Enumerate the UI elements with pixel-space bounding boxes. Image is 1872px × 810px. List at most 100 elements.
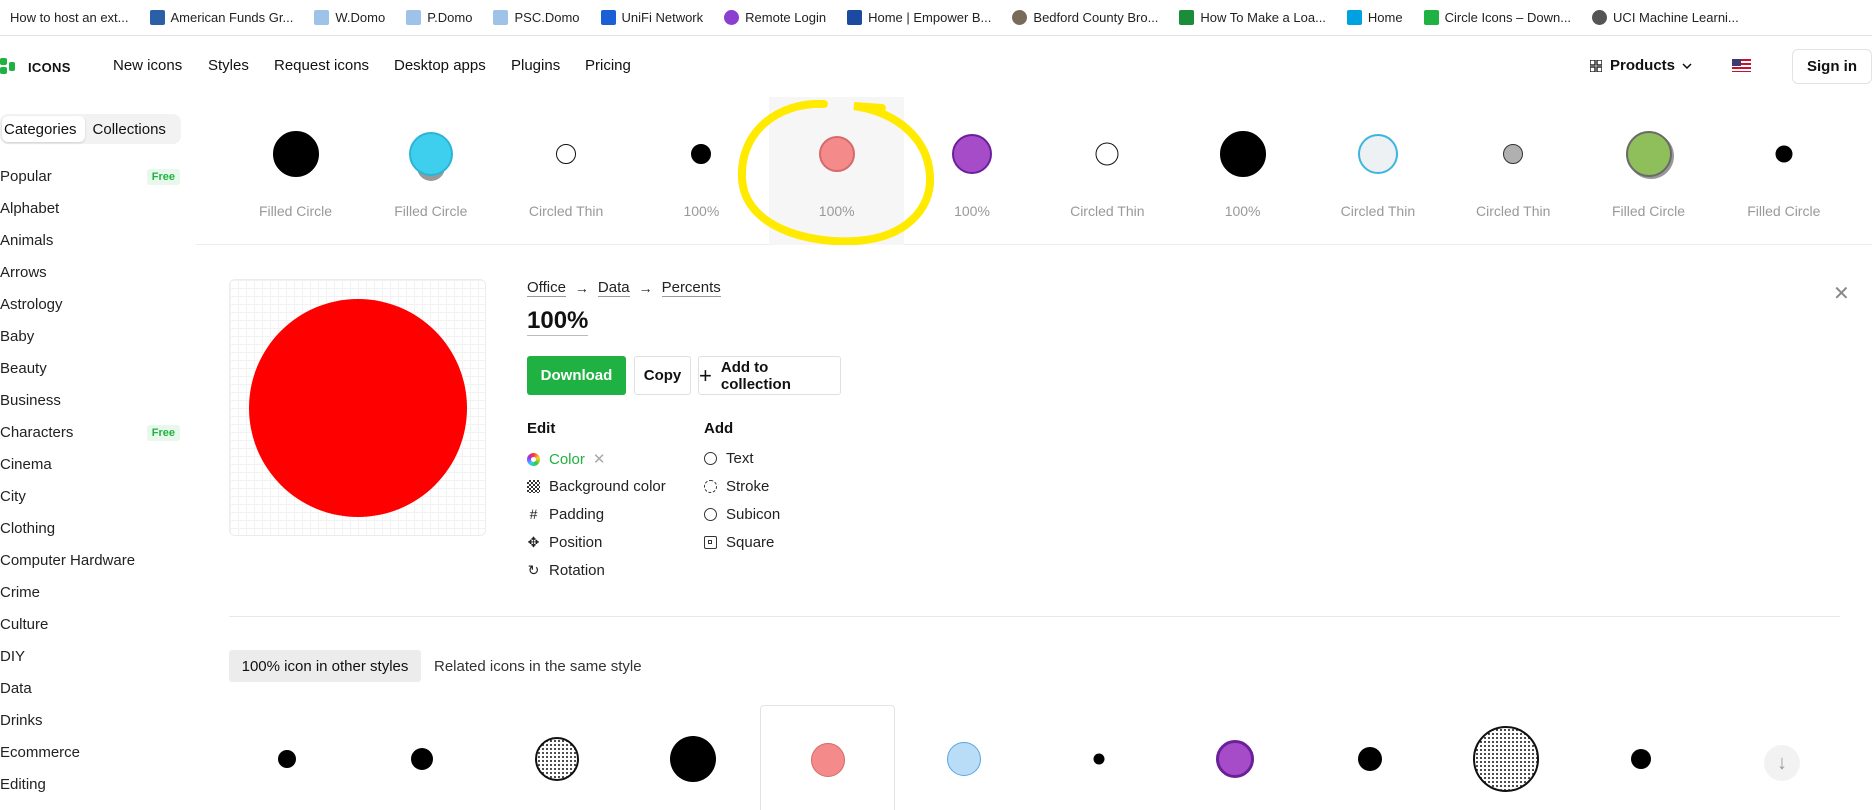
download-button[interactable]: Download (527, 356, 626, 395)
style-tile-selected[interactable]: 100% (769, 97, 905, 245)
tab-collections[interactable]: Collections (85, 116, 174, 142)
style-tile[interactable] (625, 705, 760, 810)
bookmark[interactable]: Circle Icons – Down... (1423, 10, 1571, 25)
sidebar-item-label: Clothing (0, 520, 56, 537)
sidebar-item-alphabet[interactable]: Alphabet (0, 200, 180, 217)
breadcrumb-percents[interactable]: Percents (661, 279, 721, 297)
bookmark[interactable]: Home (1346, 10, 1403, 25)
style-tile[interactable] (896, 705, 1031, 810)
bookmark[interactable]: P.Domo (406, 10, 472, 25)
sidebar-item-popular[interactable]: Popular Free (0, 168, 180, 185)
bookmark[interactable]: W.Domo (314, 10, 385, 25)
edit-position[interactable]: ✥ Position (527, 534, 603, 551)
style-tile[interactable]: Circled Thin (1446, 97, 1581, 245)
style-tile[interactable] (1031, 705, 1166, 810)
bookmark[interactable]: Bedford County Bro... (1012, 10, 1158, 25)
products-menu[interactable]: Products (1590, 57, 1692, 74)
style-tile[interactable]: Circled Thin (1310, 97, 1445, 245)
sidebar-item-computer-hardware[interactable]: Computer Hardware (0, 552, 180, 569)
bookmark[interactable]: How to host an ext... (10, 10, 129, 25)
sidebar-item-characters[interactable]: Characters Free (0, 424, 180, 441)
bookmark[interactable]: Remote Login (724, 10, 826, 25)
sidebar-item-ecommerce[interactable]: Ecommerce (0, 744, 180, 761)
add-subicon[interactable]: Subicon (704, 506, 780, 523)
edit-color[interactable]: Color ✕ (527, 450, 605, 468)
style-tile[interactable] (1302, 705, 1437, 810)
add-text[interactable]: Text (704, 450, 754, 467)
style-tile[interactable]: 100% (905, 97, 1040, 245)
nav-plugins[interactable]: Plugins (511, 57, 560, 74)
domo-icon (314, 10, 330, 25)
bookmark[interactable]: PSC.Domo (493, 10, 580, 25)
arrow-down-icon[interactable]: ↓ (1764, 745, 1800, 781)
add-square[interactable]: Square (704, 534, 774, 551)
style-tile[interactable]: Filled Circle (1581, 97, 1716, 245)
close-icon[interactable]: ✕ (1833, 281, 1850, 306)
site-logo[interactable]: ICONS (0, 58, 71, 76)
sign-in-button[interactable]: Sign in (1792, 49, 1872, 84)
sidebar-item-label: Editing (0, 776, 46, 793)
bookmark[interactable]: UniFi Network (600, 10, 703, 25)
padding-label: Padding (549, 506, 605, 523)
sidebar-item-astrology[interactable]: Astrology (0, 296, 180, 313)
bookmark[interactable]: American Funds Gr... (149, 10, 293, 25)
style-tile[interactable]: 100% (634, 97, 769, 245)
style-tile[interactable]: Filled Circle (1716, 97, 1851, 245)
black-dot-icon (410, 748, 433, 770)
sidebar-item-baby[interactable]: Baby (0, 328, 180, 345)
tab-categories[interactable]: Categories (2, 116, 85, 142)
sidebar-item-drinks[interactable]: Drinks (0, 712, 180, 729)
sidebar-item-editing[interactable]: Editing (0, 776, 180, 793)
us-flag-icon[interactable] (1732, 59, 1751, 72)
nav-pricing[interactable]: Pricing (585, 57, 631, 74)
sidebar-item-beauty[interactable]: Beauty (0, 360, 180, 377)
bookmark[interactable]: How To Make a Loa... (1179, 10, 1326, 25)
tab-other-styles[interactable]: 100% icon in other styles (229, 650, 421, 682)
nav-new-icons[interactable]: New icons (113, 57, 182, 74)
style-tile[interactable] (219, 705, 354, 810)
style-tile[interactable]: Filled Circle (228, 97, 363, 245)
sidebar-item-cinema[interactable]: Cinema (0, 456, 180, 473)
sidebar-item-diy[interactable]: DIY (0, 648, 180, 665)
style-tile-label: Filled Circle (1611, 203, 1686, 219)
nav-desktop-apps[interactable]: Desktop apps (394, 57, 486, 74)
style-tile[interactable]: Filled Circle (363, 97, 498, 245)
bookmark-label: How To Make a Loa... (1200, 10, 1326, 25)
edit-background-color[interactable]: Background color (527, 478, 666, 495)
square-icon (704, 536, 717, 549)
sidebar-item-business[interactable]: Business (0, 392, 180, 409)
style-tile[interactable] (354, 705, 489, 810)
style-tile[interactable]: Circled Thin (499, 97, 634, 245)
style-tile[interactable] (489, 705, 624, 810)
edit-rotation[interactable]: ↻ Rotation (527, 562, 605, 579)
breadcrumb-data[interactable]: Data (597, 279, 630, 297)
style-tile[interactable]: Circled Thin (1040, 97, 1175, 245)
sidebar-item-city[interactable]: City (0, 488, 180, 505)
sidebar-item-culture[interactable]: Culture (0, 616, 180, 633)
style-tile-selected[interactable] (760, 705, 895, 810)
icon-title[interactable]: 100% (527, 307, 589, 336)
style-tile[interactable] (1167, 705, 1302, 810)
sidebar-item-clothing[interactable]: Clothing (0, 520, 180, 537)
edit-padding[interactable]: # Padding (527, 506, 604, 523)
sidebar-item-arrows[interactable]: Arrows (0, 264, 180, 281)
bookmark[interactable]: UCI Machine Learni... (1592, 10, 1739, 25)
sidebar-item-animals[interactable]: Animals (0, 232, 180, 249)
style-tile[interactable] (1573, 705, 1708, 810)
rotation-label: Rotation (549, 562, 605, 579)
copy-button[interactable]: Copy (634, 356, 691, 395)
style-tile[interactable] (1438, 705, 1573, 810)
tab-related-icons[interactable]: Related icons in the same style (434, 650, 642, 682)
style-tile[interactable]: 100% (1175, 97, 1310, 245)
clear-color-icon[interactable]: ✕ (593, 450, 606, 468)
sidebar-item-data[interactable]: Data (0, 680, 180, 697)
nav-request-icons[interactable]: Request icons (274, 57, 369, 74)
breadcrumb-office[interactable]: Office (527, 279, 566, 297)
add-to-collection-button[interactable]: + Add to collection (698, 356, 841, 395)
sidebar-item-label: Data (0, 680, 32, 697)
sidebar-item-crime[interactable]: Crime (0, 584, 180, 601)
empower-icon (847, 10, 863, 25)
nav-styles[interactable]: Styles (208, 57, 249, 74)
bookmark[interactable]: Home | Empower B... (847, 10, 991, 25)
add-stroke[interactable]: Stroke (704, 478, 769, 495)
